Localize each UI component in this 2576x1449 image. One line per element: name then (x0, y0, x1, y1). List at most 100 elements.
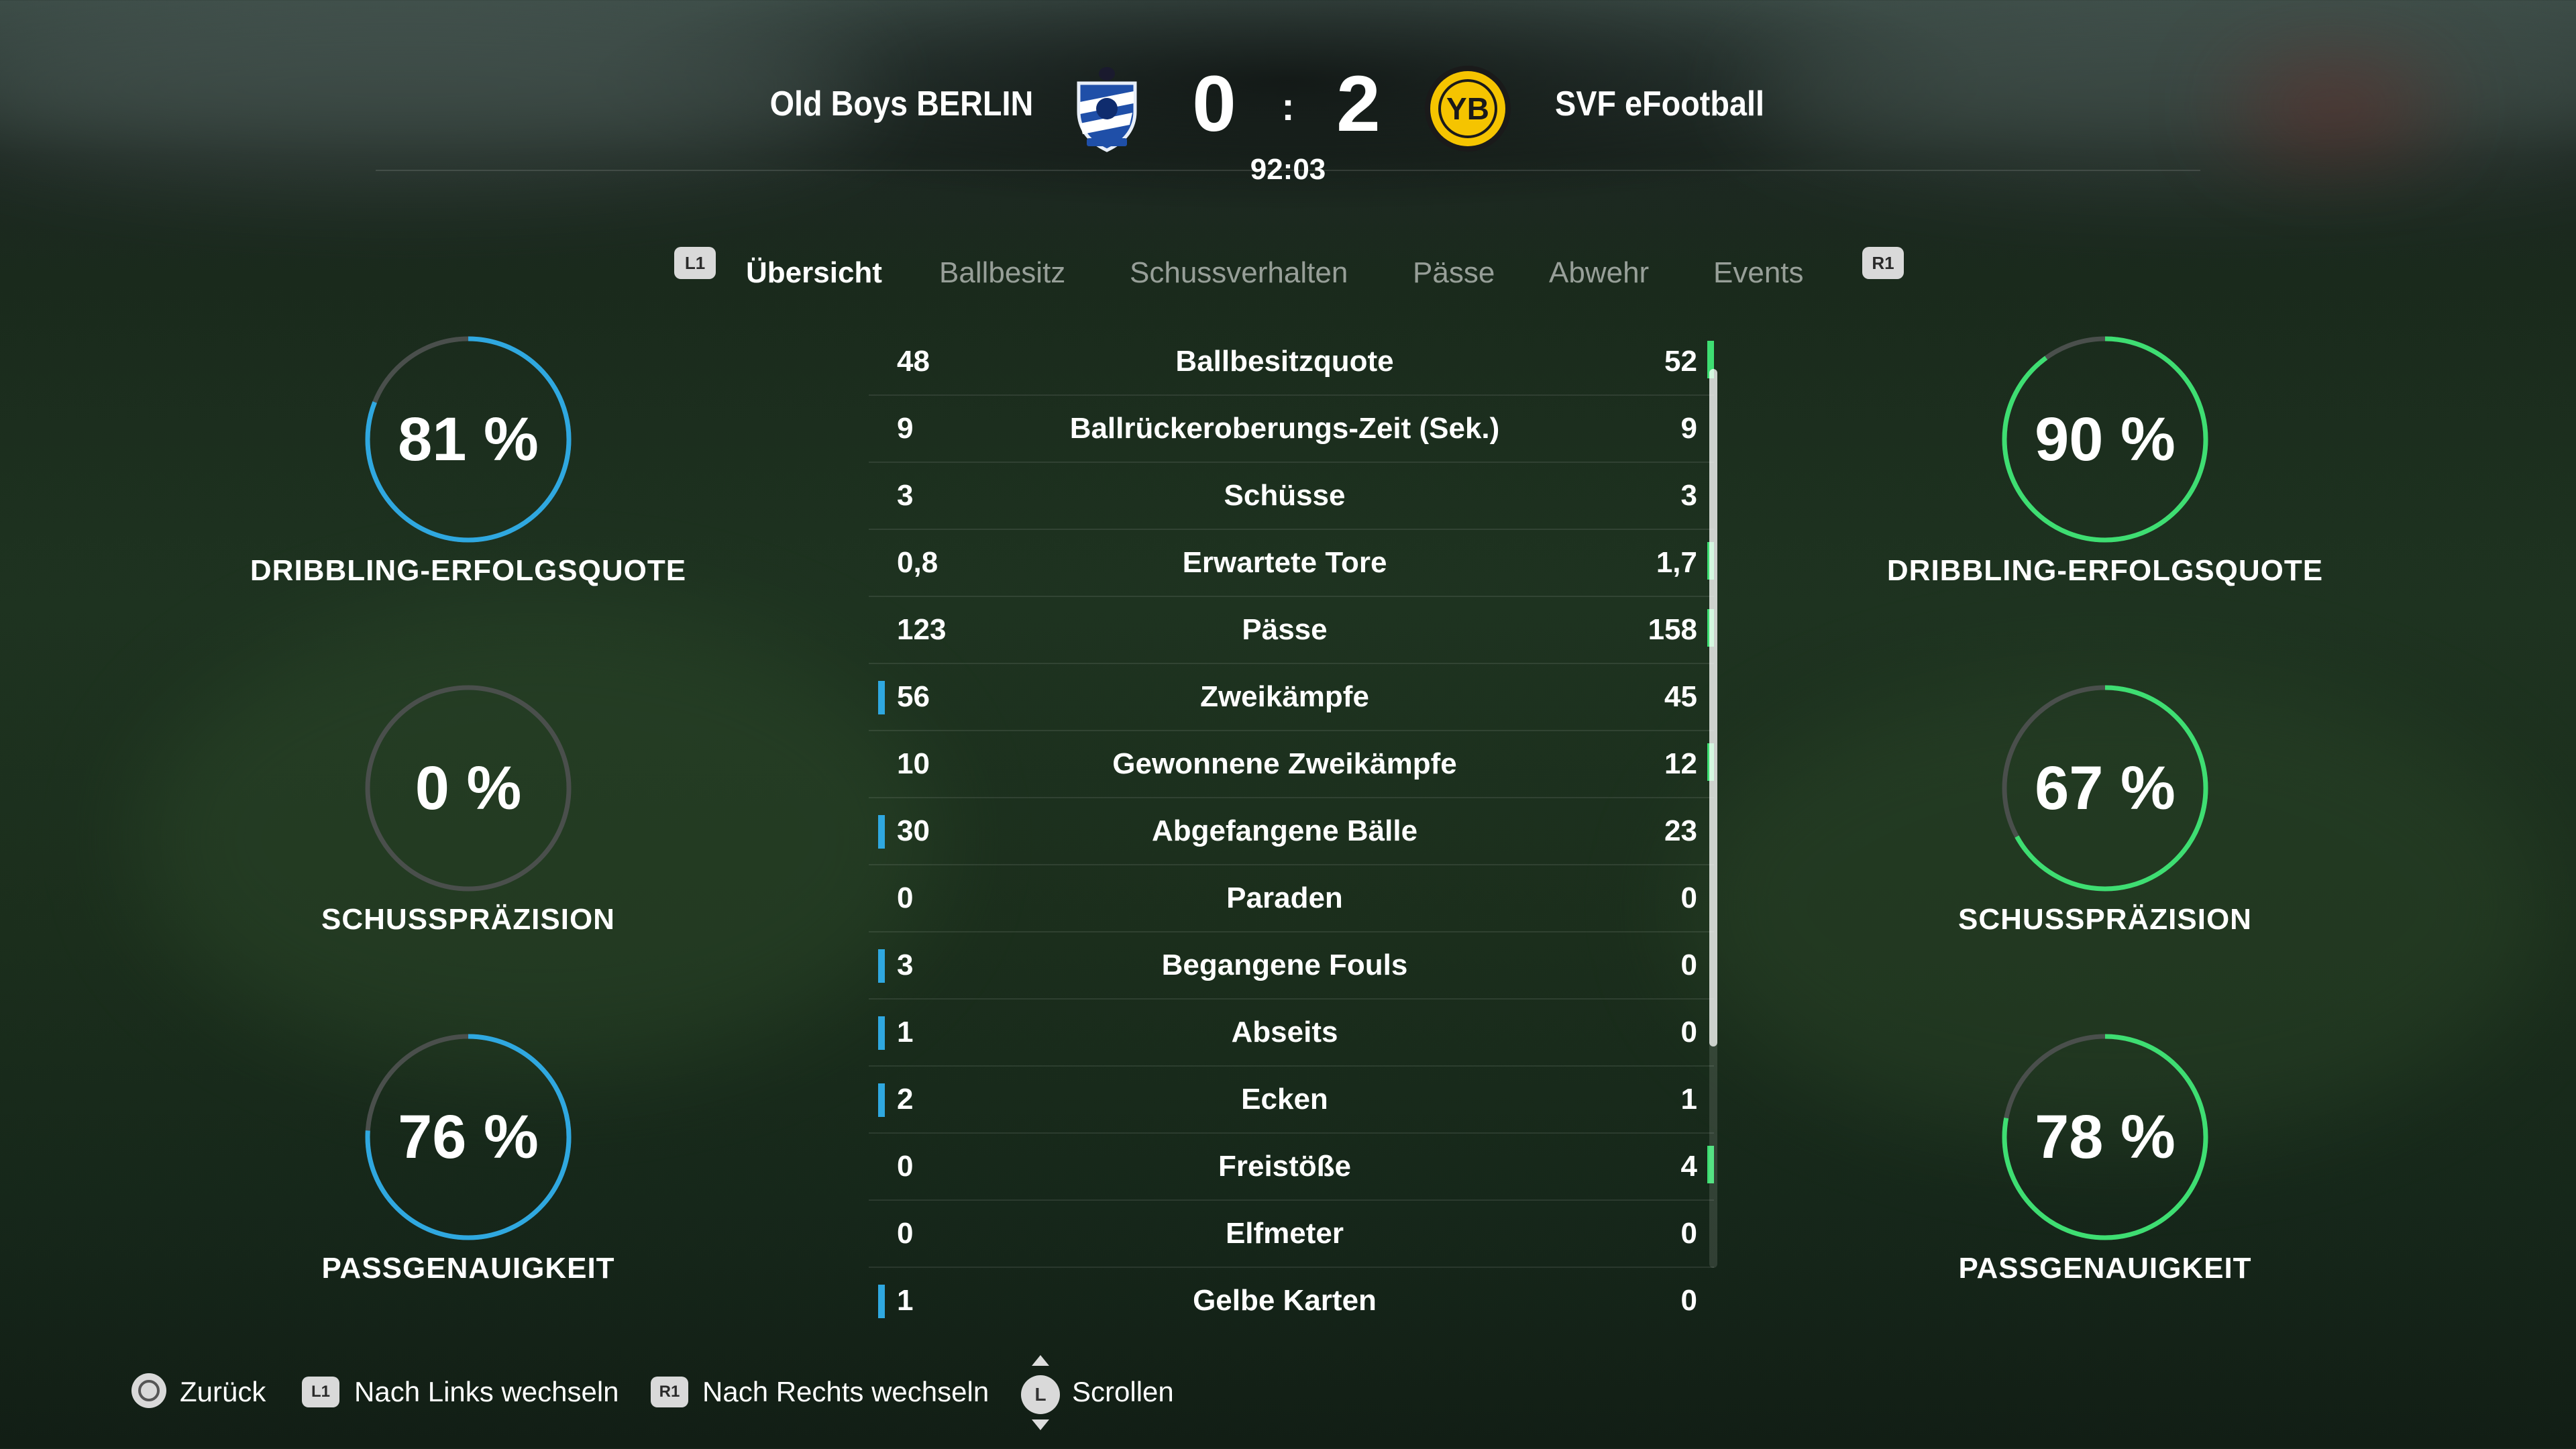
stat-row: 0 Freistöße 4 (869, 1134, 1714, 1201)
stat-name: Zweikämpfe (1200, 680, 1369, 713)
home-dribbling-gauge: 81 % (361, 332, 576, 547)
away-stat-value: 3 (1680, 479, 1697, 512)
away-stat-value: 0 (1680, 1284, 1697, 1317)
back-label[interactable]: Zurück (180, 1372, 266, 1412)
stat-row: 3 Schüsse 3 (869, 463, 1714, 530)
away-stat-value: 1,7 (1656, 546, 1697, 579)
home-stat-value: 48 (897, 345, 930, 378)
home-stat-value: 0,8 (897, 546, 938, 579)
away-score: 2 (1336, 60, 1381, 148)
header-divider (376, 170, 2200, 171)
background-stadium-glow (0, 0, 872, 174)
home-leader-marker (878, 949, 885, 983)
away-shot-accuracy-gauge: 67 % (1998, 681, 2212, 896)
home-stat-value: 2 (897, 1083, 914, 1116)
stat-name: Paraden (1226, 881, 1343, 914)
home-stat-value: 10 (897, 747, 930, 780)
home-leader-marker (878, 681, 885, 714)
stat-name: Abseits (1231, 1016, 1338, 1049)
stat-name: Erwartete Tore (1182, 546, 1387, 579)
button-hint-bar: Zurück L1 Nach Links wechseln R1 Nach Re… (0, 1355, 2576, 1430)
gauge-value: 67 % (2035, 754, 2176, 822)
l1-button-icon[interactable]: L1 (302, 1377, 339, 1407)
tab-defence[interactable]: Abwehr (1549, 250, 1649, 297)
home-stat-value: 9 (897, 412, 914, 445)
stat-row: 48 Ballbesitzquote 52 (869, 329, 1714, 396)
gauge-label: DRIBBLING-ERFOLGSQUOTE (1886, 554, 2324, 587)
switch-right-label[interactable]: Nach Rechts wechseln (702, 1372, 989, 1412)
gauge-label: DRIBBLING-ERFOLGSQUOTE (250, 554, 687, 587)
home-leader-marker (878, 1285, 885, 1318)
away-team-name: SVF eFootball (1555, 85, 1765, 123)
away-stat-value: 0 (1680, 1217, 1697, 1250)
home-stat-value: 0 (897, 1217, 914, 1250)
background-stadium-glow-right (1744, 0, 2576, 174)
home-stat-value: 1 (897, 1284, 914, 1317)
stat-name: Begangene Fouls (1161, 949, 1408, 981)
stat-row: 30 Abgefangene Bälle 23 (869, 798, 1714, 865)
r1-button-hint[interactable]: R1 (1862, 247, 1904, 279)
stats-table[interactable]: 48 Ballbesitzquote 52 9 Ballrückeroberungs-Z… (869, 329, 1714, 1334)
tab-passes[interactable]: Pässe (1413, 250, 1495, 297)
away-stat-value: 0 (1680, 949, 1697, 981)
stat-row: 3 Begangene Fouls 0 (869, 932, 1714, 1000)
stat-name: Schüsse (1224, 479, 1346, 512)
away-stat-value: 45 (1664, 680, 1697, 713)
tab-overview[interactable]: Übersicht (746, 250, 882, 297)
tab-possession[interactable]: Ballbesitz (939, 250, 1065, 297)
away-stat-value: 1 (1680, 1083, 1697, 1116)
l1-button-hint[interactable]: L1 (674, 247, 716, 279)
stat-row: 1 Abseits 0 (869, 1000, 1714, 1067)
left-stick-icon[interactable]: L (1021, 1375, 1060, 1414)
background-ad-board (2234, 74, 2435, 141)
stat-name: Gewonnene Zweikämpfe (1112, 747, 1457, 780)
stat-name: Ballbesitzquote (1175, 345, 1394, 378)
stat-name: Gelbe Karten (1193, 1284, 1377, 1317)
stat-row: 0 Paraden 0 (869, 865, 1714, 932)
away-dribbling-gauge: 90 % (1998, 332, 2212, 547)
stat-row: 0 Elfmeter 0 (869, 1201, 1714, 1268)
home-leader-marker (878, 1083, 885, 1117)
stat-name: Abgefangene Bälle (1151, 814, 1418, 847)
stat-name: Elfmeter (1225, 1217, 1344, 1250)
switch-left-label[interactable]: Nach Links wechseln (354, 1372, 619, 1412)
stat-row: 9 Ballrückeroberungs-Zeit (Sek.) 9 (869, 396, 1714, 463)
stick-up-arrow-icon (1032, 1355, 1049, 1366)
home-stat-value: 3 (897, 949, 914, 981)
r1-button-icon[interactable]: R1 (651, 1377, 688, 1407)
stat-row: 56 Zweikämpfe 45 (869, 664, 1714, 731)
gauge-label: SCHUSSPRÄZISION (321, 903, 615, 936)
gauge-value: 78 % (2035, 1103, 2176, 1171)
svg-text:YB: YB (1446, 91, 1489, 126)
gauge-value: 81 % (398, 405, 539, 474)
away-club-crest-icon: YB (1421, 62, 1515, 156)
stats-scrollbar-thumb[interactable] (1709, 369, 1717, 1046)
home-leader-marker (878, 1016, 885, 1050)
away-stat-value: 9 (1680, 412, 1697, 445)
home-stat-value: 123 (897, 613, 947, 646)
scroll-label[interactable]: Scrollen (1072, 1372, 1174, 1412)
stat-name: Freistöße (1218, 1150, 1352, 1183)
away-stat-value: 158 (1648, 613, 1697, 646)
stick-down-arrow-icon (1032, 1419, 1049, 1430)
gauge-label: SCHUSSPRÄZISION (1958, 903, 2252, 936)
stat-row: 0,8 Erwartete Tore 1,7 (869, 530, 1714, 597)
circle-button-icon[interactable] (131, 1373, 166, 1408)
away-stat-value: 52 (1664, 345, 1697, 378)
away-stat-value: 4 (1680, 1150, 1697, 1183)
gauge-value: 76 % (398, 1103, 539, 1171)
home-shot-accuracy-gauge: 0 % (361, 681, 576, 896)
stat-row: 123 Pässe 158 (869, 597, 1714, 664)
stat-name: Ballrückeroberungs-Zeit (Sek.) (1069, 412, 1500, 445)
tab-events[interactable]: Events (1713, 250, 1804, 297)
home-pass-accuracy-gauge: 76 % (361, 1030, 576, 1244)
away-stat-value: 23 (1664, 814, 1697, 847)
away-stat-value: 0 (1680, 1016, 1697, 1049)
home-team-name: Old Boys BERLIN (769, 85, 1033, 123)
gauge-value: 90 % (2035, 405, 2176, 474)
tab-shooting[interactable]: Schussverhalten (1130, 250, 1348, 297)
stats-tab-bar: L1 Übersicht Ballbesitz Schussverhalten … (0, 241, 2576, 295)
home-score: 0 (1192, 60, 1236, 148)
score-separator: : (1281, 85, 1295, 129)
home-stat-value: 0 (897, 1150, 914, 1183)
